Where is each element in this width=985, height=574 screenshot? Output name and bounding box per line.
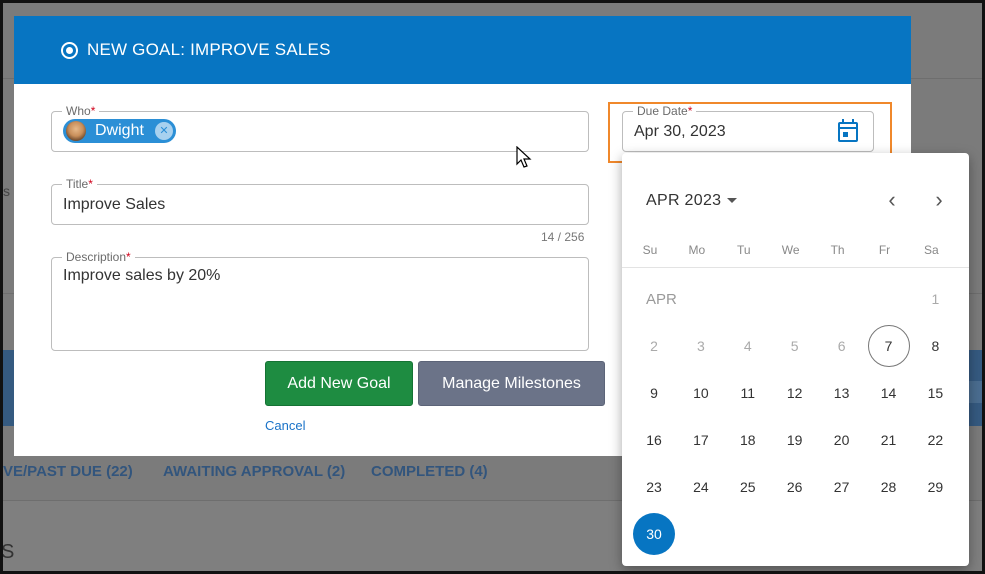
weekday-label: Fr bbox=[878, 243, 891, 257]
month-label: APR bbox=[646, 291, 677, 308]
day-cell[interactable]: 21 bbox=[868, 419, 910, 461]
day-cell[interactable]: 17 bbox=[680, 419, 722, 461]
weekday-label: Tu bbox=[737, 243, 751, 257]
weekday-label: Mo bbox=[688, 243, 706, 257]
day-cell[interactable]: 15 bbox=[914, 372, 956, 414]
day-cell[interactable]: 8 bbox=[914, 325, 956, 367]
day-cell[interactable]: 1 bbox=[914, 278, 956, 320]
day-cell[interactable]: 12 bbox=[774, 372, 816, 414]
background-tab: AWAITING APPROVAL (2) bbox=[163, 463, 346, 480]
day-cell[interactable]: 18 bbox=[727, 419, 769, 461]
day-cell[interactable]: 27 bbox=[821, 466, 863, 508]
day-cell[interactable]: 29 bbox=[914, 466, 956, 508]
target-icon bbox=[61, 42, 78, 59]
day-cell[interactable]: 25 bbox=[727, 466, 769, 508]
background-band-row bbox=[969, 381, 982, 403]
description-label: Description* bbox=[62, 250, 135, 264]
day-cell[interactable]: 11 bbox=[727, 372, 769, 414]
weekday-label: Th bbox=[830, 243, 845, 257]
day-cell[interactable]: 13 bbox=[821, 372, 863, 414]
day-cell[interactable]: 30 bbox=[633, 513, 675, 555]
title-char-counter: 14 / 256 bbox=[541, 230, 585, 244]
background-band bbox=[3, 350, 14, 426]
manage-milestones-button[interactable]: Manage Milestones bbox=[418, 361, 605, 406]
cancel-link[interactable]: Cancel bbox=[265, 418, 305, 433]
background-edge-text: s bbox=[3, 183, 10, 199]
modal-header: NEW GOAL: IMPROVE SALES bbox=[14, 16, 911, 84]
day-cell[interactable]: 16 bbox=[633, 419, 675, 461]
chip-remove-icon[interactable]: ✕ bbox=[155, 122, 173, 140]
background-tabs: VE/PAST DUE (22) AWAITING APPROVAL (2) C… bbox=[3, 463, 703, 487]
day-cell[interactable]: 24 bbox=[680, 466, 722, 508]
description-field[interactable]: Description* Improve sales by 20% bbox=[51, 250, 589, 351]
background-fragment: S bbox=[1, 541, 15, 563]
day-cell[interactable]: 10 bbox=[680, 372, 722, 414]
day-cell[interactable]: 6 bbox=[821, 325, 863, 367]
modal-title: NEW GOAL: IMPROVE SALES bbox=[87, 40, 331, 59]
background-tab: VE/PAST DUE (22) bbox=[3, 463, 133, 480]
who-label: Who* bbox=[62, 104, 100, 118]
weekday-header: Su Mo Tu We Th Fr Sa bbox=[630, 243, 960, 259]
day-cell[interactable]: 19 bbox=[774, 419, 816, 461]
day-cell[interactable]: 7 bbox=[867, 325, 910, 367]
add-new-goal-button[interactable]: Add New Goal bbox=[265, 361, 413, 406]
weekday-label: Su bbox=[642, 243, 658, 257]
day-cell[interactable]: 3 bbox=[680, 325, 722, 367]
day-cell[interactable]: 5 bbox=[774, 325, 816, 367]
who-field[interactable]: Who* Dwight ✕ bbox=[51, 104, 589, 152]
day-cell[interactable]: 26 bbox=[774, 466, 816, 508]
background-tab: COMPLETED (4) bbox=[371, 463, 488, 480]
avatar bbox=[66, 121, 86, 141]
mouse-cursor-icon bbox=[516, 146, 532, 168]
month-year-selector[interactable]: APR 2023 bbox=[646, 192, 738, 210]
who-chip-name: Dwight bbox=[95, 122, 144, 139]
day-cell[interactable]: 4 bbox=[727, 325, 769, 367]
who-chip[interactable]: Dwight ✕ bbox=[63, 119, 176, 143]
next-month-icon[interactable]: › bbox=[927, 189, 951, 213]
caret-down-icon bbox=[727, 198, 738, 204]
picker-divider bbox=[622, 267, 969, 268]
weekday-label: We bbox=[781, 243, 800, 257]
description-value: Improve sales by 20% bbox=[63, 267, 221, 284]
day-cell[interactable]: 20 bbox=[821, 419, 863, 461]
weekday-label: Sa bbox=[924, 243, 939, 257]
date-picker: APR 2023 ‹ › Su Mo Tu We Th Fr Sa APR 12345678… bbox=[622, 153, 969, 566]
day-cell[interactable]: 9 bbox=[633, 372, 675, 414]
day-cell[interactable]: 28 bbox=[868, 466, 910, 508]
title-field[interactable]: Title* Improve Sales bbox=[51, 177, 589, 225]
day-cell[interactable]: 2 bbox=[633, 325, 675, 367]
day-cell[interactable]: 14 bbox=[868, 372, 910, 414]
day-cell[interactable]: 22 bbox=[914, 419, 956, 461]
screenshot-frame: s VE/PAST DUE (22) AWAITING APPROVAL (2)… bbox=[0, 0, 985, 574]
title-value: Improve Sales bbox=[63, 196, 166, 213]
prev-month-icon[interactable]: ‹ bbox=[880, 189, 904, 213]
title-label: Title* bbox=[62, 177, 97, 191]
day-cell[interactable]: 23 bbox=[633, 466, 675, 508]
